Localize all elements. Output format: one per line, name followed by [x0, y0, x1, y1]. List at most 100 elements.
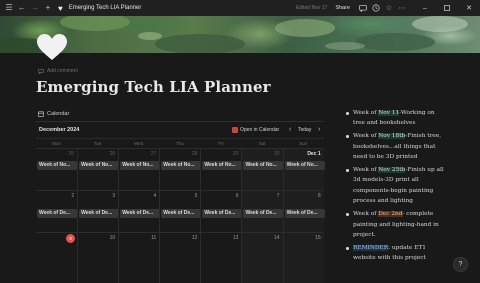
- calendar-day-cell[interactable]: 15: [282, 233, 324, 283]
- calendar-day-cell[interactable]: 10: [77, 233, 118, 283]
- calendar-event[interactable]: Week of De...: [284, 209, 325, 218]
- calendar-header: December 2024 Open in Calendar ‹ Today ›: [36, 124, 324, 138]
- calendar-day-cell[interactable]: 6 Week of De...: [200, 191, 243, 232]
- calendar-view-tab[interactable]: Calendar: [38, 111, 69, 117]
- day-number: 13: [232, 235, 239, 241]
- day-number: 14: [274, 235, 280, 241]
- calendar-day-cell[interactable]: 7 Week of De...: [241, 191, 284, 232]
- calendar-view-label: Calendar: [47, 111, 70, 117]
- calendar-event[interactable]: Week of De...: [161, 209, 202, 218]
- next-month-button[interactable]: ›: [318, 126, 320, 133]
- calendar-event[interactable]: Week of No...: [37, 161, 77, 170]
- list-item[interactable]: Week of Nov 25th-Finish up all 3d models…: [344, 165, 448, 207]
- notes-bulleted-list: Week of Nov 11-Working on tree and books…: [344, 108, 448, 266]
- calendar-event[interactable]: Week of De...: [120, 209, 161, 218]
- share-button[interactable]: Share: [335, 5, 350, 11]
- edited-timestamp: Edited Nov 17: [295, 5, 328, 11]
- day-number: 3: [112, 193, 116, 199]
- calendar-grid: Mon Tue Wed Thu Fri Sat Sun 25 Week of No…: [36, 138, 325, 283]
- calendar-day-cell[interactable]: 25 Week of No...: [36, 149, 77, 190]
- calendar-day-cell[interactable]: 27 Week of No...: [118, 149, 161, 190]
- calendar-day-cell[interactable]: 28 Week of No...: [159, 149, 202, 190]
- calendar-event[interactable]: Week of No...: [284, 161, 325, 170]
- calendar-event[interactable]: Week of No...: [120, 161, 161, 170]
- history-icon[interactable]: [370, 2, 382, 14]
- calendar-day-cell[interactable]: 2 Week of De...: [36, 191, 77, 232]
- calendar-event[interactable]: Week of No...: [161, 161, 202, 170]
- sidebar-icon[interactable]: ☰: [4, 2, 14, 14]
- add-comment-button[interactable]: Add comment: [38, 68, 78, 74]
- calendar-event[interactable]: Week of De...: [202, 209, 243, 218]
- calendar-day-cell[interactable]: 9: [36, 233, 77, 283]
- date-highlight: Nov 18th: [378, 133, 406, 140]
- calendar-event[interactable]: Week of No...: [202, 161, 243, 170]
- calendar-day-cell[interactable]: 12: [159, 233, 200, 283]
- heart-icon: ♥: [58, 3, 63, 13]
- list-item[interactable]: Week of Nov 18th-Finish tree, bookshelve…: [344, 131, 448, 162]
- calendar-day-cell[interactable]: 3 Week of De...: [77, 191, 120, 232]
- date-highlight: Nov 11: [378, 110, 400, 116]
- day-number: 12: [191, 235, 198, 241]
- star-icon[interactable]: ☆: [383, 2, 395, 14]
- close-icon[interactable]: ✕: [458, 0, 480, 16]
- weekday-label: Wed: [134, 141, 144, 146]
- forward-icon[interactable]: →: [30, 2, 40, 14]
- calendar-event[interactable]: Week of De...: [37, 209, 77, 218]
- topbar-actions: Edited Nov 17 Share ☆ ⋯ – ✕: [296, 0, 480, 16]
- day-number: 6: [235, 193, 239, 199]
- day-number: 2: [71, 193, 75, 199]
- date-highlight: Nov 25th: [378, 167, 406, 174]
- comment-icon: [38, 68, 44, 74]
- calendar-day-cell[interactable]: 26 Week of No...: [77, 149, 120, 190]
- help-button[interactable]: ?: [453, 257, 468, 272]
- calendar-day-cell[interactable]: 11: [118, 233, 159, 283]
- day-number: 29: [232, 151, 239, 157]
- note-text: Week of: [353, 167, 379, 174]
- day-number: 27: [150, 151, 157, 157]
- previous-month-button[interactable]: ‹: [289, 126, 291, 133]
- calendar-day-cell[interactable]: 5 Week of De...: [159, 191, 202, 232]
- calendar-day-cell[interactable]: 29 Week of No...: [200, 149, 243, 190]
- calendar-app-icon: [232, 127, 238, 133]
- calendar-day-cell[interactable]: 8 Week of De...: [282, 191, 325, 232]
- calendar-day-cell[interactable]: Dec 1 Week of No...: [282, 149, 325, 190]
- open-in-calendar-button[interactable]: Open in Calendar: [232, 127, 279, 133]
- calendar-event[interactable]: Week of De...: [243, 209, 284, 218]
- today-badge: 9: [66, 234, 76, 243]
- more-icon[interactable]: ⋯: [396, 2, 408, 14]
- day-number: 4: [153, 193, 157, 199]
- today-button[interactable]: Today: [298, 127, 311, 133]
- calendar-event[interactable]: Week of De...: [79, 209, 120, 218]
- note-text: Week of: [353, 133, 379, 140]
- weekday-header-row: Mon Tue Wed Thu Fri Sat Sun: [36, 138, 324, 148]
- weekday-label: Thu: [175, 141, 184, 146]
- comment-icon[interactable]: [357, 2, 369, 14]
- calendar-day-cell[interactable]: 4 Week of De...: [118, 191, 161, 232]
- list-item[interactable]: Week of Nov 11-Working on tree and books…: [344, 108, 448, 129]
- calendar-event[interactable]: Week of No...: [79, 161, 120, 170]
- day-number: 26: [109, 151, 116, 157]
- list-item[interactable]: REMINDER: update ET1 website with this p…: [344, 243, 448, 264]
- calendar-icon: [38, 111, 44, 117]
- maximize-icon[interactable]: [436, 0, 458, 16]
- add-icon[interactable]: +: [43, 2, 53, 14]
- day-number: 8: [317, 193, 321, 199]
- day-number: 7: [276, 193, 280, 199]
- minimize-icon[interactable]: –: [414, 0, 436, 16]
- page-title[interactable]: Emerging Tech LIA Planner: [36, 78, 271, 96]
- calendar-week-row: 25 Week of No... 26 Week of No... 27 Week o…: [36, 148, 325, 190]
- list-item[interactable]: Week of Dec 2nd- complete painting and l…: [344, 209, 448, 240]
- calendar-day-cell[interactable]: 13: [200, 233, 241, 283]
- nav-controls: ☰ ← → + ♥ Emerging Tech LIA Planner: [0, 2, 141, 14]
- page-breadcrumb[interactable]: Emerging Tech LIA Planner: [69, 5, 142, 11]
- weekday-label: Fri: [218, 141, 224, 146]
- day-number: 5: [194, 193, 198, 199]
- calendar-event[interactable]: Week of No...: [243, 161, 284, 170]
- weekday-label: Mon: [52, 141, 61, 146]
- calendar-day-cell[interactable]: 30 Week of No...: [241, 149, 284, 190]
- calendar-day-cell[interactable]: 14: [241, 233, 283, 283]
- back-icon[interactable]: ←: [17, 2, 27, 14]
- page-heart-icon[interactable]: [36, 33, 68, 61]
- calendar-week-row: 9 10 11 12 13 14 15: [36, 232, 324, 283]
- day-number: 28: [191, 151, 198, 157]
